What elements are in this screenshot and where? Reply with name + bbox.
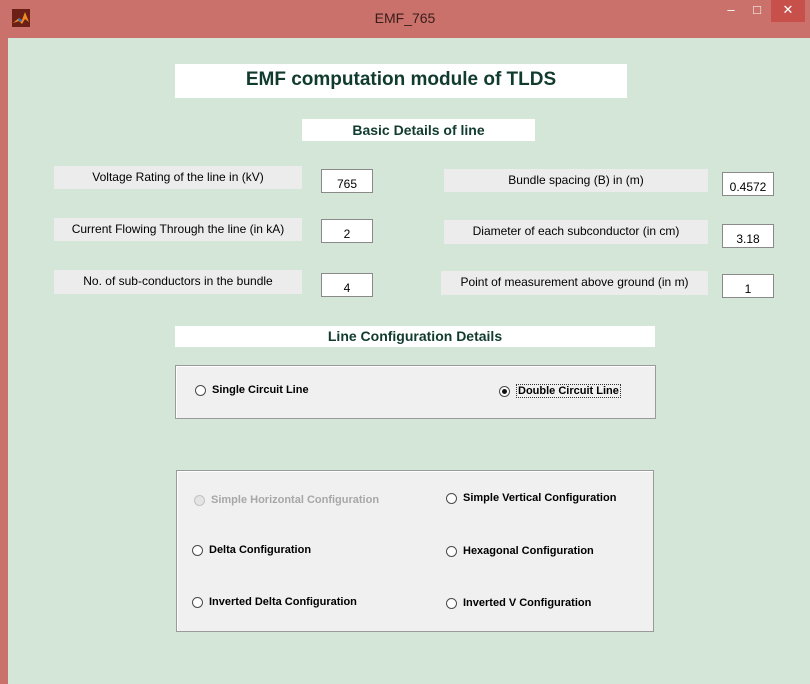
single-circuit-label: Single Circuit Line (212, 384, 309, 396)
double-circuit-radio[interactable]: Double Circuit Line (499, 384, 621, 398)
measurement-point-label: Point of measurement above ground (in m) (441, 271, 708, 295)
bundle-spacing-label: Bundle spacing (B) in (m) (444, 169, 708, 192)
maximize-button[interactable]: □ (744, 0, 770, 22)
simple-horizontal-radio[interactable]: Simple Horizontal Configuration (194, 494, 379, 506)
minimize-button[interactable]: – (718, 0, 744, 22)
radio-unchecked-icon (192, 544, 203, 556)
basic-details-title: Basic Details of line (302, 119, 535, 141)
voltage-rating-label: Voltage Rating of the line in (kV) (54, 166, 302, 189)
hexagonal-label: Hexagonal Configuration (463, 545, 594, 557)
voltage-rating-input[interactable]: 765 (321, 169, 373, 193)
radio-unchecked-icon (195, 384, 206, 396)
delta-label: Delta Configuration (209, 544, 312, 556)
radio-unchecked-icon (446, 492, 457, 504)
single-circuit-radio[interactable]: Single Circuit Line (195, 384, 309, 396)
current-flow-input[interactable]: 2 (321, 219, 373, 243)
radio-checked-icon (499, 385, 510, 397)
hexagonal-radio[interactable]: Hexagonal Configuration (446, 545, 594, 557)
window-border (0, 38, 8, 684)
subconductor-count-label: No. of sub-conductors in the bundle (54, 270, 302, 294)
measurement-point-input[interactable]: 1 (722, 274, 774, 298)
inverted-delta-radio[interactable]: Inverted Delta Configuration (192, 596, 357, 608)
radio-unchecked-icon (446, 545, 457, 557)
subconductor-diameter-input[interactable]: 3.18 (722, 224, 774, 248)
window-title: EMF_765 (374, 10, 436, 26)
simple-vertical-radio[interactable]: Simple Vertical Configuration (446, 492, 616, 504)
delta-radio[interactable]: Delta Configuration (192, 544, 311, 556)
radio-unchecked-icon (446, 597, 457, 609)
subconductor-count-input[interactable]: 4 (321, 273, 373, 297)
app-window: EMF_765 – □ ✕ EMF computation module of … (0, 0, 810, 684)
inverted-delta-label: Inverted Delta Configuration (209, 596, 357, 608)
simple-vertical-label: Simple Vertical Configuration (463, 492, 617, 504)
simple-horizontal-label: Simple Horizontal Configuration (211, 494, 380, 506)
line-config-title: Line Configuration Details (175, 326, 655, 347)
title-bar[interactable]: EMF_765 – □ ✕ (0, 0, 810, 38)
subconductor-diameter-label: Diameter of each subconductor (in cm) (444, 220, 708, 244)
bundle-spacing-input[interactable]: 0.4572 (722, 172, 774, 196)
current-flow-label: Current Flowing Through the line (in kA) (54, 218, 302, 241)
inverted-v-radio[interactable]: Inverted V Configuration (446, 597, 591, 609)
close-button[interactable]: ✕ (771, 0, 805, 22)
inverted-v-label: Inverted V Configuration (463, 597, 592, 609)
double-circuit-label: Double Circuit Line (516, 384, 621, 398)
page-title: EMF computation module of TLDS (175, 64, 627, 98)
radio-unchecked-icon (192, 596, 203, 608)
radio-disabled-icon (194, 494, 205, 506)
